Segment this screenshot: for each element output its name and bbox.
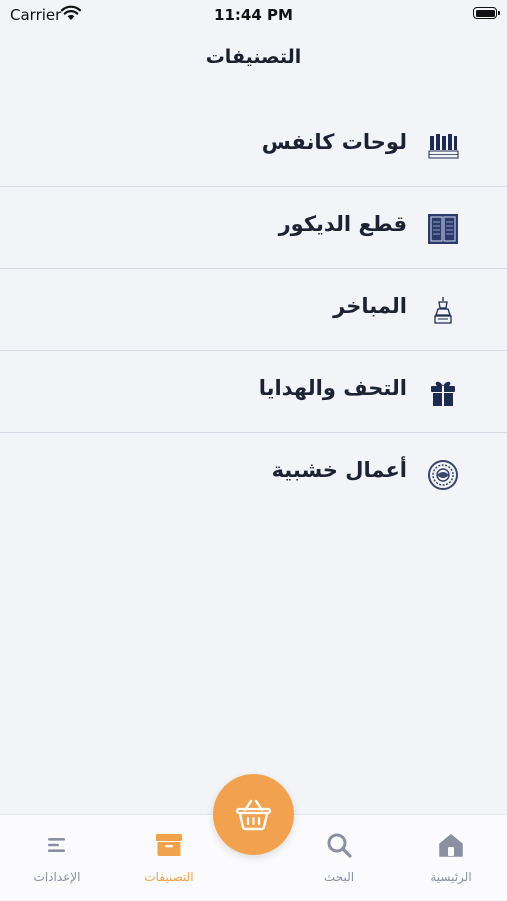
category-item-canvas[interactable]: لوحات كانفس bbox=[0, 106, 507, 187]
basket-icon bbox=[235, 799, 272, 831]
category-label: التحف والهدايا bbox=[258, 376, 407, 400]
basket-button[interactable] bbox=[213, 774, 294, 855]
category-item-incense[interactable]: المباخر bbox=[0, 270, 507, 351]
tab-home[interactable]: الرئيسية bbox=[401, 815, 501, 901]
category-list: لوحات كانفس قطع الديكور المباخر التحف وا… bbox=[0, 106, 507, 515]
page-title: التصنيفات bbox=[205, 46, 302, 68]
category-item-gifts[interactable]: التحف والهدايا bbox=[0, 352, 507, 433]
menu-lines-icon bbox=[48, 838, 65, 852]
tab-label: التصنيفات bbox=[144, 870, 194, 884]
category-label: المباخر bbox=[333, 294, 407, 318]
canvas-panels-icon bbox=[428, 134, 459, 159]
category-label: لوحات كانفس bbox=[261, 130, 407, 154]
home-icon bbox=[439, 834, 463, 857]
search-icon bbox=[327, 833, 352, 858]
gift-icon bbox=[431, 381, 455, 406]
tab-settings[interactable]: الإعدادات bbox=[7, 815, 107, 901]
battery-icon bbox=[473, 7, 500, 19]
tab-label: البحث bbox=[323, 870, 355, 884]
tab-label: الإعدادات bbox=[33, 870, 81, 884]
category-item-decor[interactable]: قطع الديكور bbox=[0, 188, 507, 269]
decor-pieces-icon bbox=[428, 214, 458, 244]
clock: 11:44 PM bbox=[214, 6, 293, 24]
category-label: أعمال خشبية bbox=[271, 458, 407, 482]
tab-label: الرئيسية bbox=[430, 870, 472, 884]
category-label: قطع الديكور bbox=[278, 212, 407, 236]
tab-search[interactable]: البحث bbox=[289, 815, 389, 901]
woodwork-ornament-icon bbox=[428, 460, 458, 490]
archive-box-icon bbox=[156, 834, 182, 856]
incense-burner-icon bbox=[434, 297, 452, 324]
status-bar: Carrier 11:44 PM bbox=[0, 0, 507, 30]
tab-categories[interactable]: التصنيفات bbox=[119, 815, 219, 901]
category-item-woodwork[interactable]: أعمال خشبية bbox=[0, 434, 507, 515]
